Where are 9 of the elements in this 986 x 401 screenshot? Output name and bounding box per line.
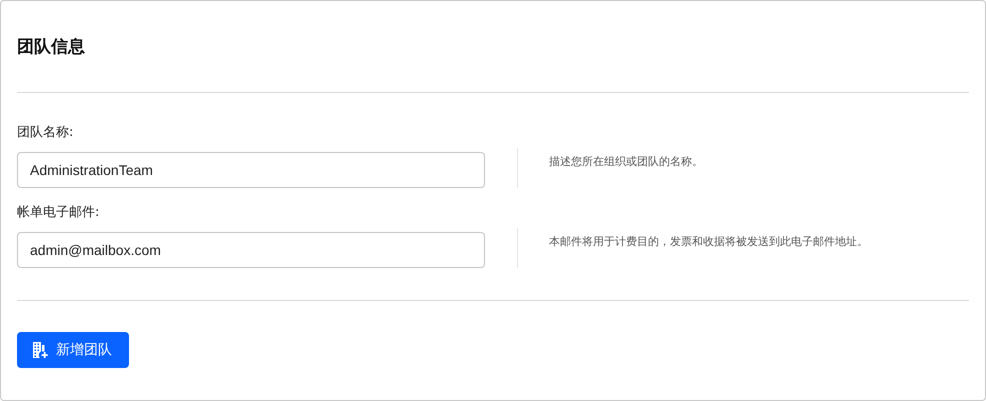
help-text: 本邮件将用于计费目的，发票和收据将被发送到此电子邮件地址。 (549, 235, 868, 248)
building-plus-icon (32, 342, 48, 358)
input-field[interactable]: admin@mailbox.com (17, 232, 485, 268)
field-label: 帐单电子邮件: (17, 204, 100, 222)
input-field[interactable]: AdministrationTeam (17, 152, 485, 188)
field-label: 团队名称: (17, 124, 74, 142)
help-text: 描述您所在组织或团队的名称。 (549, 155, 703, 168)
add-team-button[interactable]: 新增团队 (17, 332, 129, 368)
section-title: 团队信息 (17, 36, 86, 59)
